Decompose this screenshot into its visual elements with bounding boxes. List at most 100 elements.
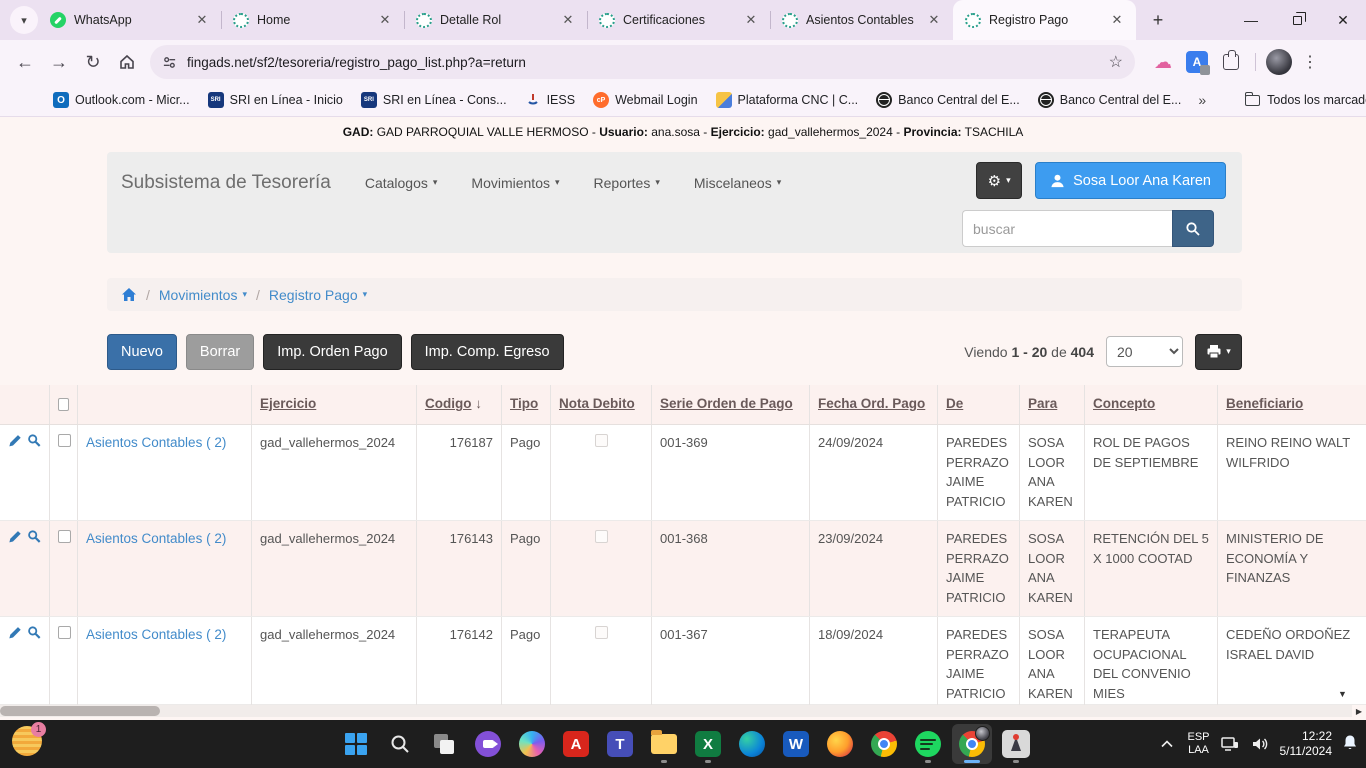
site-settings-icon[interactable] (162, 55, 177, 70)
user-button[interactable]: Sosa Loor Ana Karen (1035, 162, 1226, 199)
row-checkbox[interactable] (58, 626, 71, 639)
extensions-puzzle-icon[interactable] (1217, 48, 1245, 76)
word-app[interactable]: W (776, 724, 816, 764)
translate-extension-icon[interactable]: A (1183, 48, 1211, 76)
breadcrumb-movimientos[interactable]: Movimientos▾ (159, 287, 247, 303)
browser-menu-icon[interactable]: ⋮ (1298, 52, 1322, 72)
imp-comp-egreso-button[interactable]: Imp. Comp. Egreso (411, 334, 564, 370)
nota-debito-checkbox[interactable] (595, 434, 608, 447)
file-explorer-app[interactable] (644, 724, 684, 764)
language-indicator[interactable]: ESP LAA (1187, 731, 1209, 757)
bookmarks-overflow-icon[interactable]: » (1190, 92, 1214, 108)
scroll-down-arrow[interactable]: ▼ (1338, 689, 1347, 699)
start-button[interactable] (336, 724, 376, 764)
all-bookmarks-button[interactable]: Todos los marcadores (1236, 89, 1366, 111)
notifications-bell-icon[interactable] (1342, 734, 1358, 755)
bookmark-banco-central-2[interactable]: Banco Central del E... (1029, 88, 1191, 112)
asientos-contables-link[interactable]: Asientos Contables ( 2) (86, 627, 226, 642)
restore-button[interactable] (1274, 0, 1320, 40)
home-icon[interactable] (121, 287, 137, 302)
header-nota-debito[interactable]: Nota Debito (551, 385, 652, 424)
widgets-weather-icon[interactable]: 1 (12, 726, 42, 756)
tab-certificaciones[interactable]: Certificaciones ✕ (587, 0, 770, 40)
edit-pencil-icon[interactable] (8, 529, 23, 544)
address-bar[interactable]: fingads.net/sf2/tesoreria/registro_pago_… (150, 45, 1135, 79)
horizontal-scrollbar[interactable] (0, 705, 1352, 717)
imp-orden-pago-button[interactable]: Imp. Orden Pago (263, 334, 401, 370)
view-magnifier-icon[interactable] (27, 625, 42, 640)
java-app[interactable] (996, 724, 1036, 764)
borrar-button[interactable]: Borrar (186, 334, 254, 370)
search-button[interactable] (1172, 210, 1214, 247)
new-tab-button[interactable]: + (1144, 6, 1172, 34)
tray-chevron-up-icon[interactable] (1157, 737, 1177, 751)
header-fecha[interactable]: Fecha Ord. Pago (810, 385, 938, 424)
header-de[interactable]: De (938, 385, 1020, 424)
row-checkbox[interactable] (58, 434, 71, 447)
chrome-app[interactable] (864, 724, 904, 764)
bookmark-sri-consultas[interactable]: SRI SRI en Línea - Cons... (352, 88, 516, 112)
cloud-extension-icon[interactable]: ☁ (1149, 48, 1177, 76)
nota-debito-checkbox[interactable] (595, 626, 608, 639)
tab-close-icon[interactable]: ✕ (742, 11, 760, 29)
view-magnifier-icon[interactable] (27, 529, 42, 544)
forward-icon[interactable]: → (42, 45, 76, 79)
bookmark-iess[interactable]: IESS (516, 88, 585, 112)
bookmark-banco-central-1[interactable]: Banco Central del E... (867, 88, 1029, 112)
scroll-right-arrow[interactable]: ▶ (1352, 705, 1366, 717)
firefox-app[interactable] (820, 724, 860, 764)
back-icon[interactable]: ← (8, 45, 42, 79)
print-button[interactable]: ▾ (1195, 334, 1242, 370)
header-concepto[interactable]: Concepto (1085, 385, 1218, 424)
bookmark-cnc[interactable]: Plataforma CNC | C... (707, 88, 868, 112)
asientos-contables-link[interactable]: Asientos Contables ( 2) (86, 531, 226, 546)
select-all-checkbox[interactable] (58, 398, 69, 411)
profile-avatar[interactable] (1266, 49, 1292, 75)
header-codigo[interactable]: Codigo ↓ (417, 385, 502, 424)
tab-close-icon[interactable]: ✕ (1108, 11, 1126, 29)
apps-grid-icon[interactable] (18, 92, 20, 108)
url-text[interactable]: fingads.net/sf2/tesoreria/registro_pago_… (187, 55, 1099, 70)
row-checkbox[interactable] (58, 530, 71, 543)
header-beneficiario[interactable]: Beneficiario (1218, 385, 1366, 424)
excel-app[interactable]: X (688, 724, 728, 764)
nota-debito-checkbox[interactable] (595, 530, 608, 543)
tab-close-icon[interactable]: ✕ (193, 11, 211, 29)
nuevo-button[interactable]: Nuevo (107, 334, 177, 370)
bookmark-star-icon[interactable]: ☆ (1109, 52, 1123, 72)
breadcrumb-registro-pago[interactable]: Registro Pago▾ (269, 287, 367, 303)
taskbar-search-button[interactable] (380, 724, 420, 764)
edge-app[interactable] (732, 724, 772, 764)
page-size-select[interactable]: 20 (1106, 336, 1183, 367)
menu-movimientos[interactable]: Movimientos▾ (471, 175, 559, 191)
video-app[interactable] (468, 724, 508, 764)
menu-miscelaneos[interactable]: Miscelaneos▾ (694, 175, 781, 191)
search-input[interactable] (962, 210, 1172, 247)
teams-app[interactable]: T (600, 724, 640, 764)
bookmark-sri-inicio[interactable]: SRI SRI en Línea - Inicio (199, 88, 352, 112)
tab-close-icon[interactable]: ✕ (376, 11, 394, 29)
volume-icon[interactable] (1250, 734, 1270, 754)
tab-close-icon[interactable]: ✕ (925, 11, 943, 29)
spotify-app[interactable] (908, 724, 948, 764)
minimize-button[interactable]: — (1228, 0, 1274, 40)
clock[interactable]: 12:22 5/11/2024 (1280, 729, 1333, 759)
tab-close-icon[interactable]: ✕ (559, 11, 577, 29)
network-icon[interactable] (1220, 734, 1240, 754)
tab-whatsapp[interactable]: WhatsApp ✕ (38, 0, 221, 40)
edit-pencil-icon[interactable] (8, 433, 23, 448)
edit-pencil-icon[interactable] (8, 625, 23, 640)
view-magnifier-icon[interactable] (27, 433, 42, 448)
task-view-button[interactable] (424, 724, 464, 764)
bookmark-webmail[interactable]: cP Webmail Login (584, 88, 706, 112)
close-window-button[interactable]: ✕ (1320, 0, 1366, 40)
acrobat-app[interactable]: A (556, 724, 596, 764)
tab-registro-pago[interactable]: Registro Pago ✕ (953, 0, 1136, 40)
scrollbar-thumb[interactable] (0, 706, 160, 716)
chrome-active-app[interactable] (952, 724, 992, 764)
tab-asientos-contables[interactable]: Asientos Contables ✕ (770, 0, 953, 40)
asientos-contables-link[interactable]: Asientos Contables ( 2) (86, 435, 226, 450)
header-para[interactable]: Para (1020, 385, 1085, 424)
copilot-app[interactable] (512, 724, 552, 764)
tab-home[interactable]: Home ✕ (221, 0, 404, 40)
